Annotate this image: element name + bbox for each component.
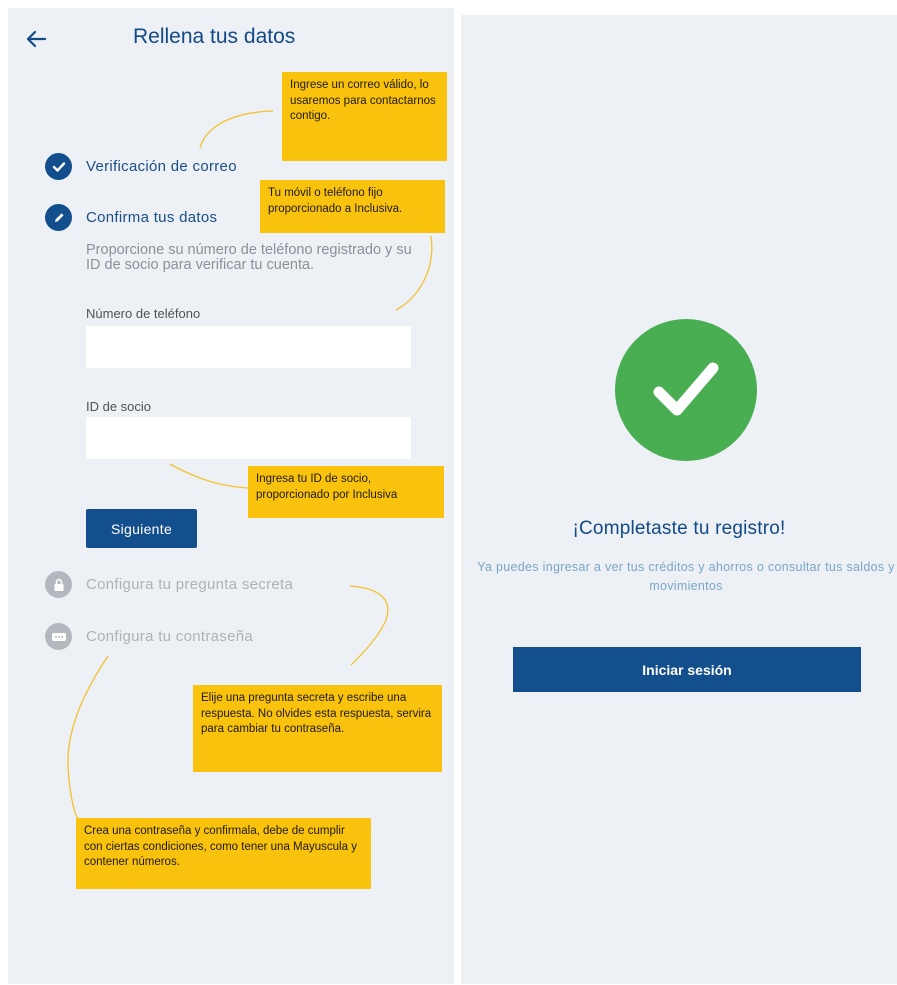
step-3-lock-icon bbox=[45, 571, 72, 598]
success-check-icon bbox=[615, 319, 757, 461]
secret-question-tooltip: Elije una pregunta secreta y escribe una… bbox=[193, 685, 442, 772]
email-tooltip: Ingrese un correo válido, lo usaremos pa… bbox=[282, 72, 447, 161]
member-id-tooltip: Ingresa tu ID de socio, proporcionado po… bbox=[248, 466, 444, 518]
success-message: Ya puedes ingresar a ver tus créditos y … bbox=[477, 560, 895, 593]
success-title: ¡Completaste tu registro! bbox=[572, 518, 786, 539]
member-id-field-label: ID de socio bbox=[86, 399, 152, 414]
phone-tooltip: Tu móvil o teléfono fijo proporcionado a… bbox=[260, 180, 445, 233]
step-1-label[interactable]: Verificación de correo bbox=[86, 158, 237, 175]
login-button[interactable]: Iniciar sesión bbox=[513, 647, 861, 692]
phone-input[interactable] bbox=[86, 326, 411, 368]
registration-form-screen: Rellena tus datos Verificación de correo… bbox=[8, 8, 454, 984]
confirm-description: Proporcione su número de teléfono regist… bbox=[86, 242, 412, 273]
member-id-input[interactable] bbox=[86, 417, 411, 459]
password-tooltip: Crea una contraseña y confirmala, debe d… bbox=[76, 818, 371, 889]
registration-complete-screen: ¡Completaste tu registro! Ya puedes ingr… bbox=[461, 15, 897, 984]
step-4-password-dots-icon bbox=[45, 623, 72, 650]
step-3-label[interactable]: Configura tu pregunta secreta bbox=[86, 576, 293, 593]
step-2-pencil-icon bbox=[45, 204, 72, 231]
step-2-label[interactable]: Confirma tus datos bbox=[86, 209, 217, 226]
step-4-label[interactable]: Configura tu contraseña bbox=[86, 628, 253, 645]
next-button[interactable]: Siguiente bbox=[86, 509, 197, 548]
phone-field-label: Número de teléfono bbox=[86, 306, 201, 321]
step-1-check-icon bbox=[45, 153, 72, 180]
